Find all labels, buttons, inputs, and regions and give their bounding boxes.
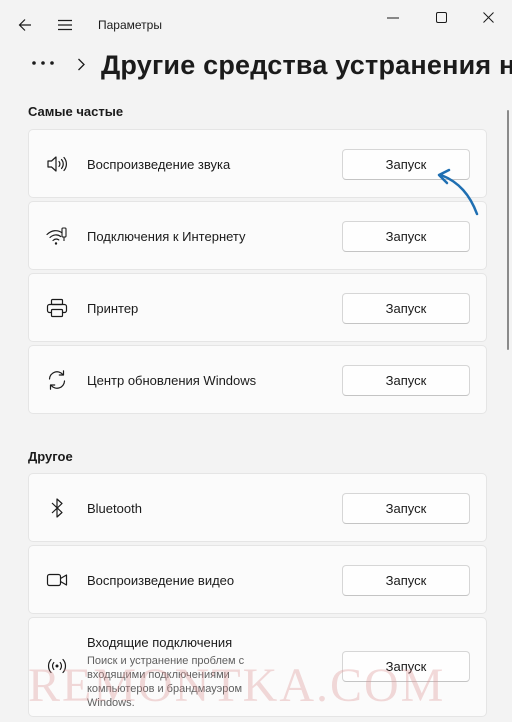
chevron-right-icon: [74, 56, 88, 72]
bluetooth-icon: [45, 496, 69, 520]
minimize-icon[interactable]: [378, 8, 408, 28]
app-title: Параметры: [98, 18, 162, 32]
run-button-video[interactable]: Запуск: [342, 565, 470, 596]
more-dots-icon[interactable]: [30, 56, 56, 70]
close-icon[interactable]: [473, 7, 503, 27]
troubleshooter-card-windows-update: Центр обновления Windows Запуск: [28, 345, 487, 414]
troubleshooter-label: Принтер: [87, 301, 139, 316]
scrollbar[interactable]: [507, 110, 509, 350]
speaker-icon: [45, 152, 69, 176]
troubleshooter-label: Воспроизведение видео: [87, 573, 235, 588]
section-title-frequent: Самые частые: [28, 104, 124, 119]
troubleshooter-card-printer: Принтер Запуск: [28, 273, 487, 342]
troubleshooter-card-audio: Воспроизведение звука Запуск: [28, 129, 487, 198]
run-button-bluetooth[interactable]: Запуск: [342, 493, 470, 524]
wifi-icon: [45, 224, 69, 248]
watermark: REMONTKA.COM: [28, 659, 446, 712]
troubleshooter-card-bluetooth: Bluetooth Запуск: [28, 473, 487, 542]
page-title: Другие средства устранения не: [101, 50, 512, 80]
troubleshooter-label: Bluetooth: [87, 501, 142, 516]
video-camera-icon: [45, 568, 69, 592]
troubleshooter-label: Подключения к Интернету: [87, 229, 246, 244]
troubleshooter-label: Входящие подключения: [87, 635, 233, 650]
run-button-internet[interactable]: Запуск: [342, 221, 470, 252]
troubleshooter-card-internet: Подключения к Интернету Запуск: [28, 201, 487, 270]
troubleshooter-label: Воспроизведение звука: [87, 157, 231, 172]
title-bar: Параметры: [0, 0, 512, 48]
hamburger-menu-icon[interactable]: [54, 14, 76, 36]
printer-icon: [45, 296, 69, 320]
maximize-icon[interactable]: [426, 7, 456, 27]
back-arrow-icon[interactable]: [14, 14, 36, 36]
sync-icon: [45, 368, 69, 392]
troubleshooter-label: Центр обновления Windows: [87, 373, 257, 388]
run-button-windows-update[interactable]: Запуск: [342, 365, 470, 396]
run-button-audio[interactable]: Запуск: [342, 149, 470, 180]
troubleshooter-card-video: Воспроизведение видео Запуск: [28, 545, 487, 614]
run-button-printer[interactable]: Запуск: [342, 293, 470, 324]
section-title-other: Другое: [28, 449, 73, 464]
